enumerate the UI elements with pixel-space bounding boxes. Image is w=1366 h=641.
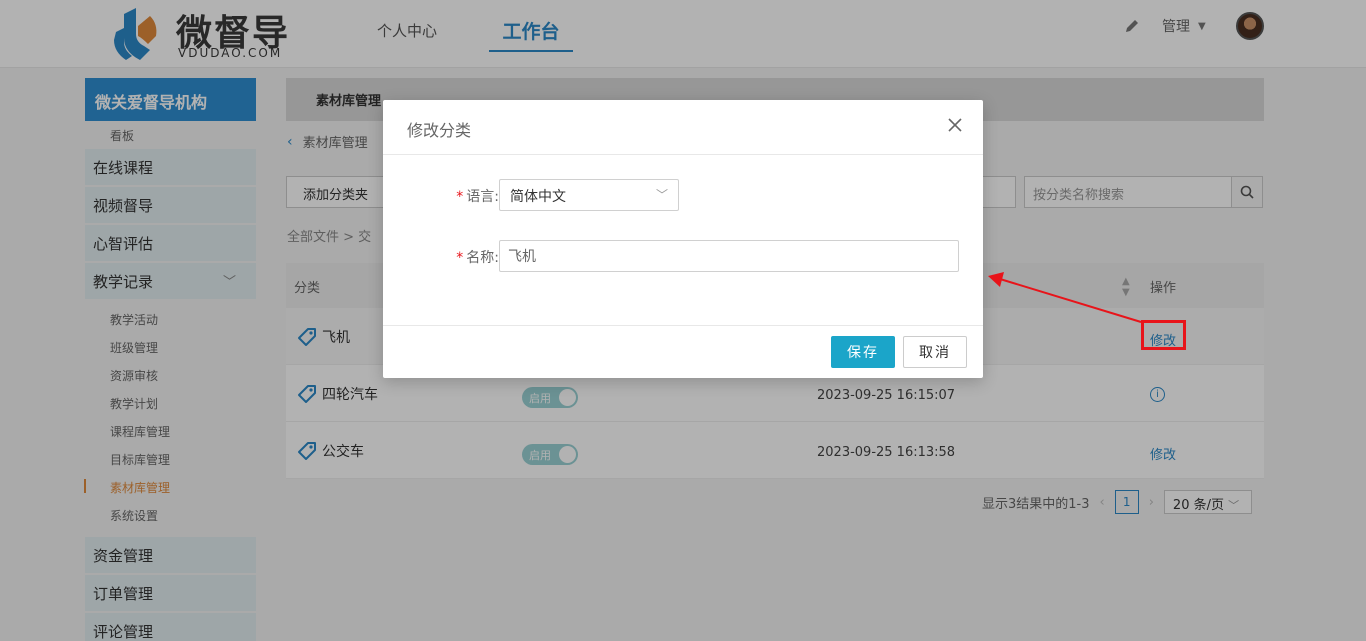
language-value: 简体中文 [510, 189, 566, 205]
save-button[interactable]: 保存 [831, 336, 895, 368]
language-label: * 语言: [456, 186, 499, 206]
name-label: * 名称: [456, 247, 499, 267]
required-mark: * [456, 189, 464, 205]
cancel-button[interactable]: 取消 [903, 336, 967, 368]
chevron-down-icon: ﹀ [655, 188, 668, 202]
name-row: * 名称: [383, 240, 983, 272]
dialog-header: 修改分类 [383, 100, 983, 155]
dialog-title: 修改分类 [407, 121, 472, 140]
edit-category-dialog: 修改分类 *语言: 简体中文 ﹀ *名称: 保存 取消 [383, 100, 983, 378]
name-label-text: 名称: [466, 250, 499, 266]
annotation-highlight-box [1141, 320, 1186, 350]
dialog-footer: 保存 取消 [383, 325, 983, 378]
close-icon[interactable] [947, 117, 963, 133]
language-label-text: 语言: [466, 189, 499, 205]
name-input[interactable] [499, 240, 959, 272]
required-mark: * [456, 250, 464, 266]
language-row: * 语言: 简体中文 ﹀ [383, 179, 983, 211]
language-select[interactable]: 简体中文 ﹀ [499, 179, 679, 211]
